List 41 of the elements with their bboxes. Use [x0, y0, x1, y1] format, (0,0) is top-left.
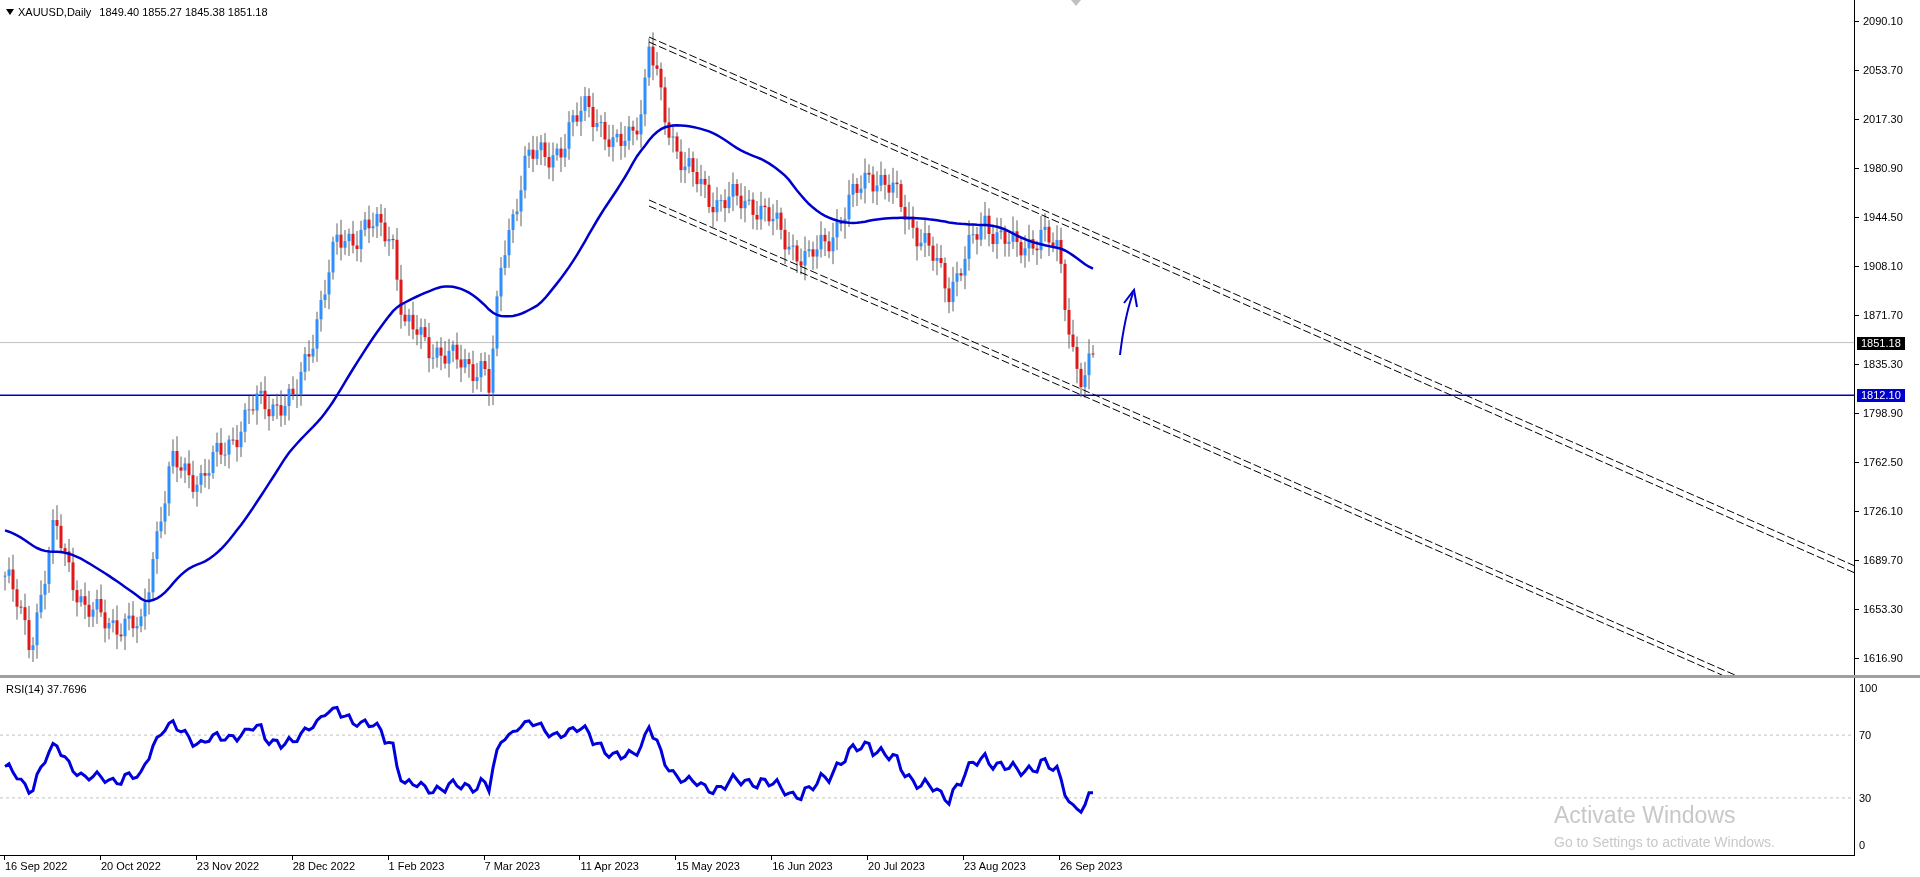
ohlc-values: 1849.40 1855.27 1845.38 1851.18 — [99, 5, 268, 20]
date-label: 1 Feb 2023 — [388, 860, 445, 873]
date-label: 28 Dec 2022 — [292, 860, 356, 873]
horizontal-support-line[interactable] — [0, 394, 1854, 396]
dropdown-triangle-icon[interactable] — [6, 9, 14, 16]
price-tick-label: 1980.90 — [1863, 161, 1903, 175]
date-label: 16 Sep 2022 — [5, 860, 68, 873]
price-tick-label: 1871.70 — [1863, 308, 1903, 322]
rsi-label: RSI(14) 37.7696 — [6, 682, 87, 697]
rsi-tick-label: 0 — [1859, 839, 1866, 852]
date-label: 20 Jul 2023 — [868, 860, 925, 873]
rsi-tick-label: 100 — [1859, 682, 1878, 695]
price-tick-label: 1835.30 — [1863, 357, 1903, 371]
rsi-tick-label: 70 — [1859, 729, 1872, 743]
current-price-tag: 1851.18 — [1857, 336, 1905, 350]
upper-channel-lines[interactable] — [648, 36, 1854, 574]
date-label: 23 Nov 2022 — [196, 860, 260, 873]
arrow-drawing — [1119, 287, 1138, 356]
price-tick-label: 2017.30 — [1863, 113, 1903, 126]
price-tick-label: 2090.10 — [1863, 15, 1903, 28]
price-tick-label: 1908.10 — [1863, 259, 1903, 273]
date-label: 26 Sep 2023 — [1059, 860, 1123, 873]
shift-marker-icon[interactable] — [1071, 0, 1081, 6]
lower-channel-lines[interactable] — [648, 199, 1736, 675]
price-tick-label: 1944.50 — [1863, 210, 1903, 224]
level-price-tag: 1812.10 — [1857, 389, 1905, 403]
price-tick-label: 2053.70 — [1863, 64, 1903, 77]
price-tick-label: 1726.10 — [1863, 504, 1903, 518]
date-label: 23 Aug 2023 — [964, 860, 1026, 873]
price-tick-label: 1798.90 — [1863, 406, 1903, 420]
price-tick-label: 1616.90 — [1863, 651, 1903, 665]
price-tick-label: 1762.50 — [1863, 455, 1903, 469]
price-tick-label: 1689.70 — [1863, 553, 1903, 567]
date-label: 7 Mar 2023 — [484, 860, 541, 873]
date-label: 20 Oct 2022 — [100, 860, 161, 873]
date-label: 15 May 2023 — [676, 860, 740, 873]
date-label: 16 Jun 2023 — [772, 860, 833, 873]
date-label: 11 Apr 2023 — [580, 860, 639, 873]
price-tick-label: 1653.30 — [1863, 602, 1903, 616]
symbol-timeframe: XAUUSD,Daily — [18, 5, 92, 20]
rsi-tick-label: 30 — [1859, 791, 1872, 805]
